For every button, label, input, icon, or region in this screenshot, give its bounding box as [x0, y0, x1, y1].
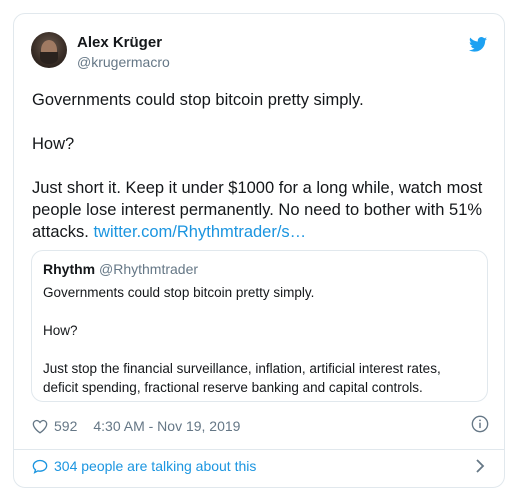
- tweet-text-line1: Governments could stop bitcoin pretty si…: [32, 91, 364, 109]
- quoted-tweet-link[interactable]: twitter.com/Rhythmtrader/s…: [93, 223, 306, 241]
- avatar[interactable]: [31, 32, 67, 68]
- quoted-text-line2: How?: [43, 323, 78, 338]
- quoted-text-line3: Just stop the financial surveillance, in…: [43, 361, 441, 395]
- quoted-text-line1: Governments could stop bitcoin pretty si…: [43, 285, 315, 300]
- divider: [14, 449, 504, 450]
- tweet-text-line2: How?: [32, 135, 75, 153]
- quoted-tweet[interactable]: Rhythm @Rhythmtrader Governments could s…: [31, 250, 488, 402]
- quoted-tweet-text: Governments could stop bitcoin pretty si…: [43, 283, 473, 397]
- timestamp[interactable]: 4:30 AM - Nov 19, 2019: [93, 418, 240, 434]
- author-name[interactable]: Alex Krüger: [77, 34, 162, 51]
- tweet-text-line3: Just short it. Keep it under $1000 for a…: [32, 177, 492, 243]
- info-icon[interactable]: [471, 415, 489, 433]
- chevron-right-icon[interactable]: [475, 459, 485, 473]
- twitter-bird-icon[interactable]: [469, 37, 487, 52]
- like-count[interactable]: 592: [54, 418, 77, 434]
- author-handle[interactable]: @krugermacro: [77, 54, 170, 70]
- heart-icon[interactable]: [32, 419, 48, 434]
- tweet-text: Governments could stop bitcoin pretty si…: [32, 89, 492, 243]
- quoted-tweet-header: Rhythm @Rhythmtrader: [43, 261, 198, 277]
- tweet-card: Alex Krüger @krugermacro Governments cou…: [13, 13, 505, 488]
- avatar-beard: [40, 52, 58, 64]
- comment-bubble-icon: [32, 459, 48, 474]
- quoted-author-name: Rhythm: [43, 261, 96, 277]
- conversation-link[interactable]: 304 people are talking about this: [32, 456, 256, 476]
- tweet-meta: 592 4:30 AM - Nov 19, 2019: [32, 416, 240, 436]
- quoted-author-handle: @Rhythmtrader: [99, 261, 199, 277]
- conversation-text: 304 people are talking about this: [54, 458, 257, 474]
